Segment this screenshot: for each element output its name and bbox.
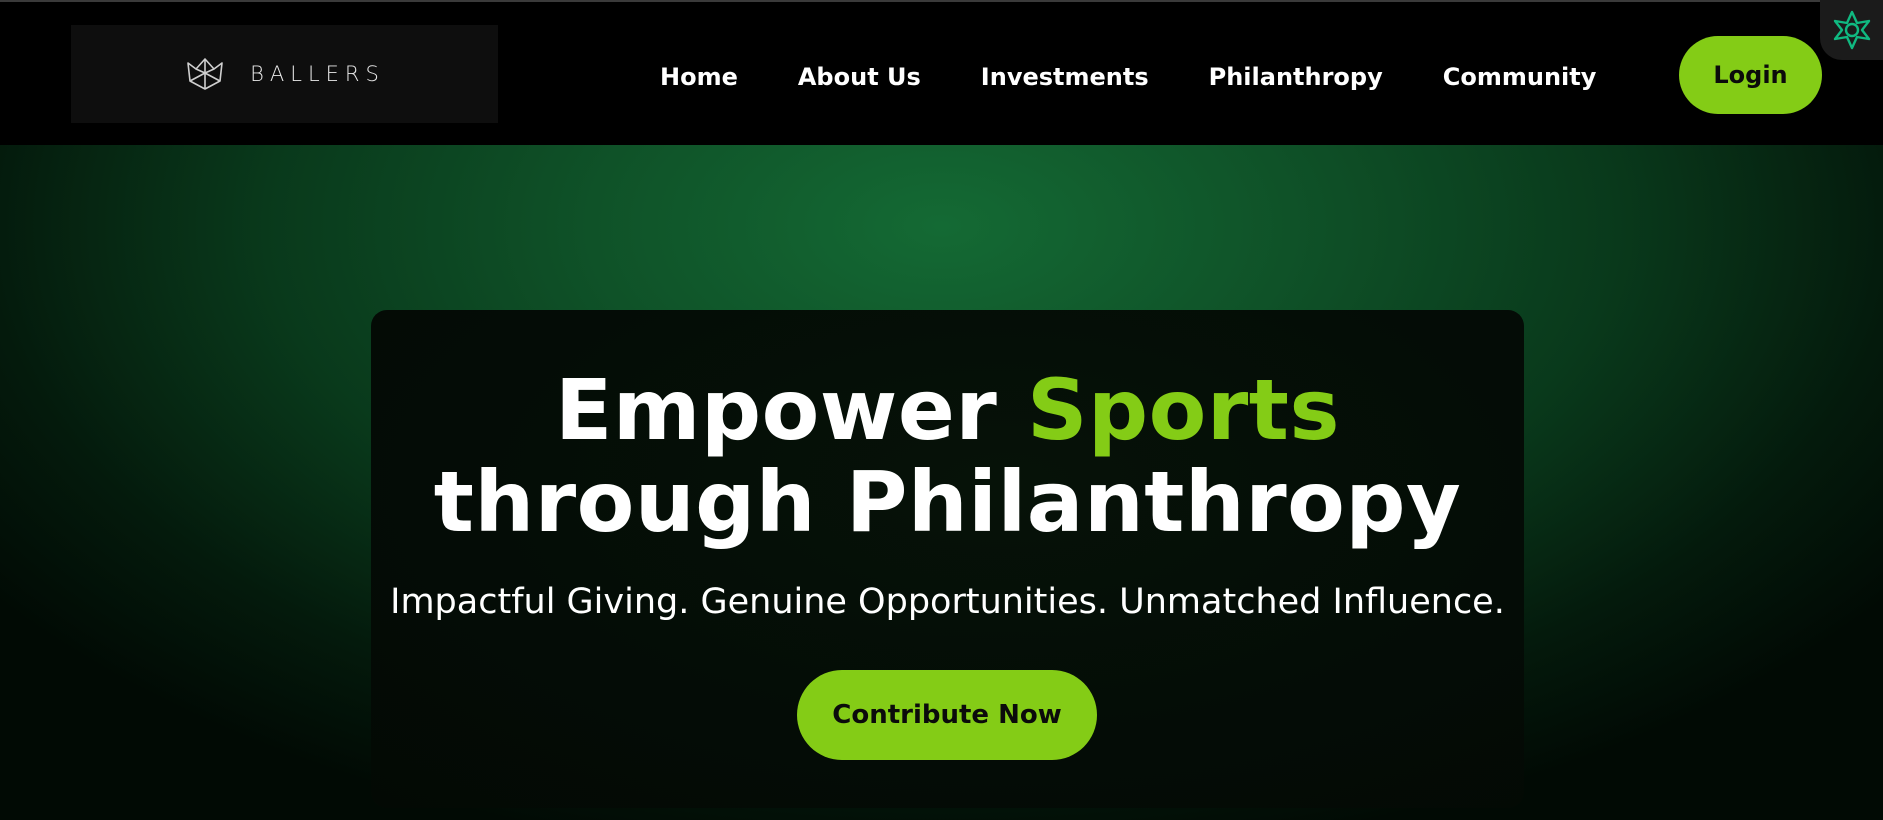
crown-gem-icon: [187, 58, 223, 90]
hero-section: Empower Sports through Philanthropy Impa…: [0, 145, 1883, 820]
hero-title-accent: Sports: [1027, 361, 1340, 459]
navbar: BALLERS Home About Us Investments Philan…: [0, 2, 1883, 145]
hero-title-line2: through Philanthropy: [433, 453, 1462, 551]
nav-about-us[interactable]: About Us: [768, 63, 951, 91]
main-nav: Home About Us Investments Philanthropy C…: [630, 42, 1626, 112]
nav-philanthropy[interactable]: Philanthropy: [1179, 63, 1413, 91]
page: BALLERS Home About Us Investments Philan…: [0, 0, 1883, 820]
hero-subtitle: Impactful Giving. Genuine Opportunities.…: [390, 582, 1505, 622]
hero-card: Empower Sports through Philanthropy Impa…: [371, 310, 1524, 808]
brand-logo[interactable]: BALLERS: [71, 25, 498, 123]
nav-investments[interactable]: Investments: [951, 63, 1179, 91]
login-button[interactable]: Login: [1679, 36, 1822, 114]
nav-home[interactable]: Home: [630, 63, 768, 91]
nav-community[interactable]: Community: [1413, 63, 1627, 91]
assistant-button[interactable]: [1820, 0, 1883, 60]
hero-title-part1: Empower: [555, 361, 1028, 459]
ai-assistant-icon: [1833, 10, 1870, 50]
hero-title: Empower Sports through Philanthropy: [371, 364, 1524, 548]
brand-name: BALLERS: [250, 62, 385, 86]
contribute-now-button[interactable]: Contribute Now: [797, 670, 1097, 760]
